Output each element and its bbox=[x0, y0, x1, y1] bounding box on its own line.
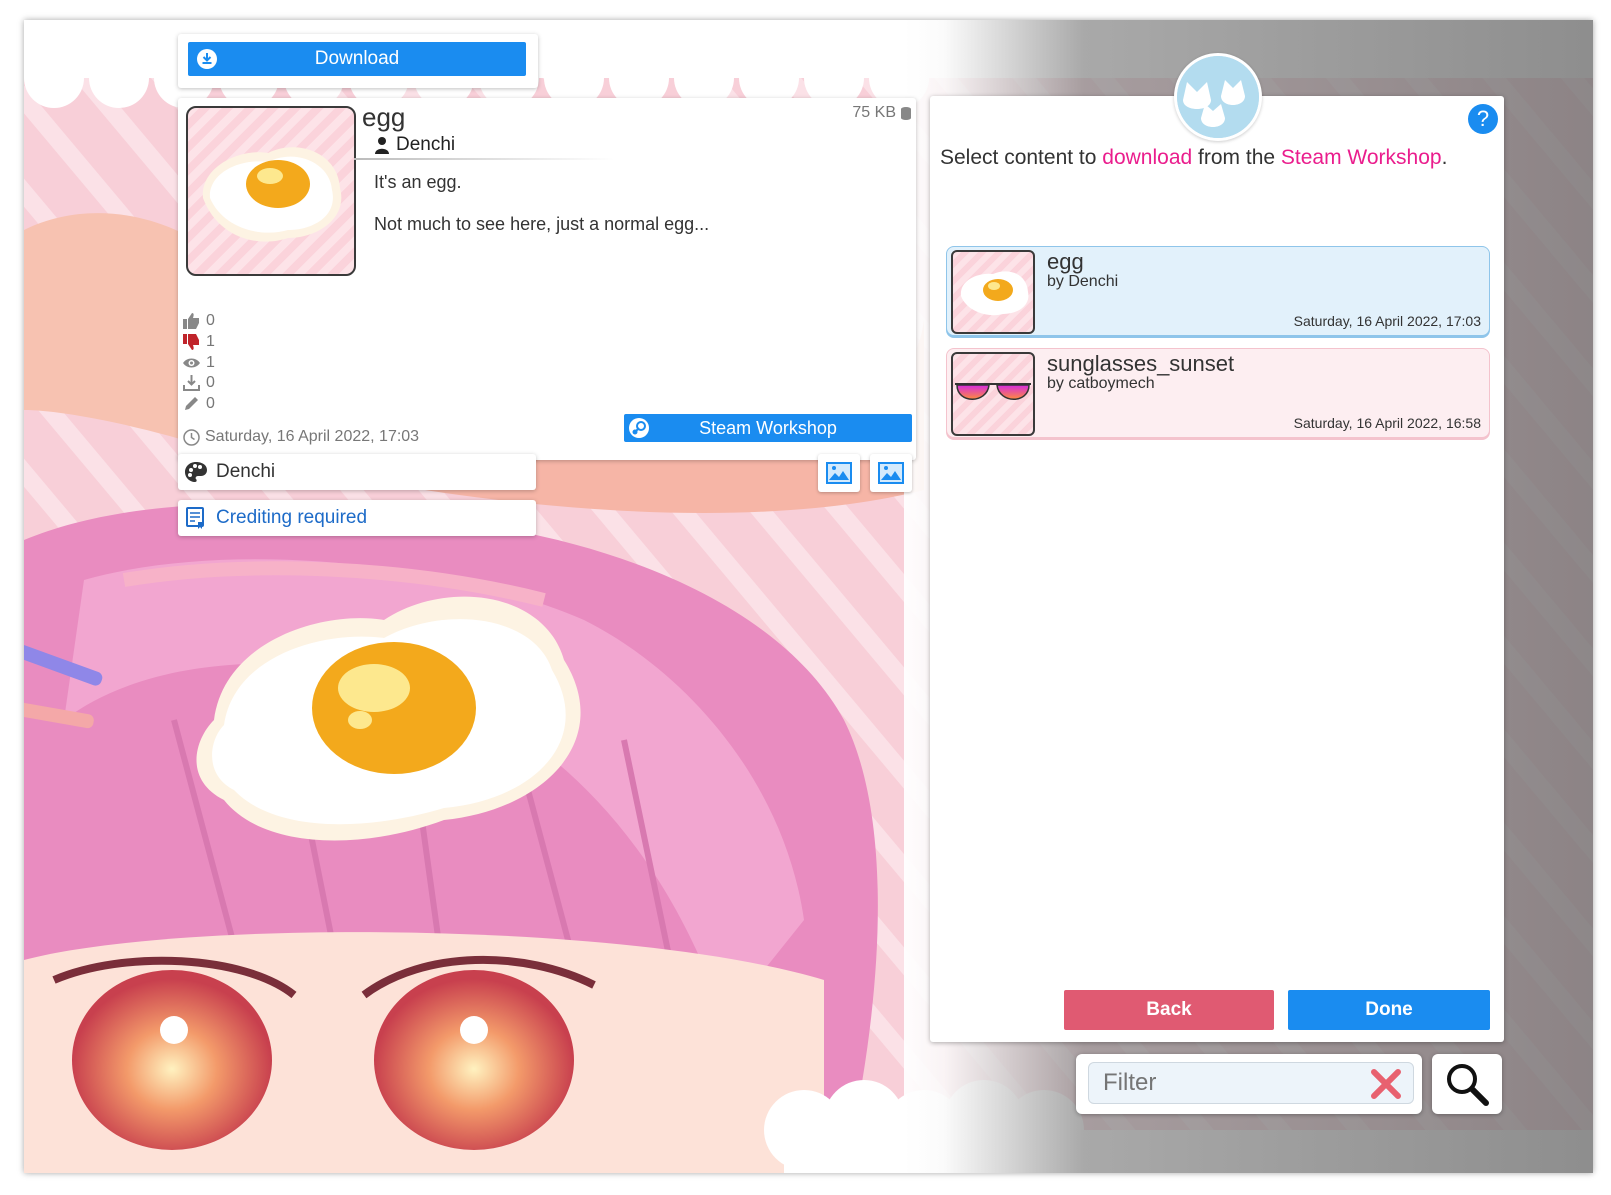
edits-count: 0 bbox=[206, 395, 215, 412]
item-author-name: Denchi bbox=[396, 134, 456, 155]
creator-row[interactable]: Denchi bbox=[178, 454, 536, 490]
back-button[interactable]: Back bbox=[1064, 990, 1274, 1030]
downloads-count: 0 bbox=[206, 374, 215, 391]
download-label: Download bbox=[314, 48, 400, 69]
list-item[interactable]: egg by Denchi Saturday, 16 April 2022, 1… bbox=[946, 246, 1490, 336]
item-title: egg bbox=[362, 102, 406, 132]
search-icon bbox=[1447, 1064, 1489, 1106]
certificate-icon bbox=[186, 507, 204, 529]
sunglasses-image bbox=[955, 383, 1031, 400]
list-item-name: egg bbox=[1047, 249, 1084, 274]
description-line: Not much to see here, just a normal egg.… bbox=[374, 214, 710, 234]
panel-prompt: Select content to download from the Stea… bbox=[940, 146, 1447, 170]
item-thumbnail bbox=[186, 106, 356, 276]
steam-workshop-button[interactable]: Steam Workshop bbox=[624, 414, 912, 442]
picture-icon bbox=[878, 462, 904, 484]
clock-icon bbox=[183, 428, 200, 446]
item-date-text: Saturday, 16 April 2022, 17:03 bbox=[205, 428, 420, 445]
downloads-stat: 0 bbox=[183, 374, 215, 392]
image-button[interactable] bbox=[818, 454, 860, 492]
help-icon[interactable]: ? bbox=[1468, 104, 1498, 134]
views-count: 1 bbox=[206, 354, 215, 371]
user-icon bbox=[375, 137, 389, 154]
item-detail-card: egg Denchi 75 KB It's an egg. Not much t… bbox=[178, 98, 916, 460]
list-item-date: Saturday, 16 April 2022, 17:03 bbox=[1293, 313, 1481, 329]
list-item-thumbnail bbox=[951, 352, 1035, 436]
dislikes-count: 1 bbox=[206, 333, 215, 350]
likes-stat: 0 bbox=[183, 312, 215, 330]
palette-icon bbox=[185, 462, 207, 482]
list-item-author: by Denchi bbox=[1047, 273, 1119, 290]
filter-input[interactable] bbox=[1088, 1062, 1414, 1104]
list-item[interactable]: sunglasses_sunset by catboymech Saturday… bbox=[946, 348, 1490, 438]
item-size-value: 75 KB bbox=[852, 104, 896, 121]
download-button[interactable]: Download bbox=[188, 42, 526, 76]
filter-container bbox=[1076, 1054, 1422, 1114]
done-button[interactable]: Done bbox=[1288, 990, 1490, 1030]
download-count-icon bbox=[183, 375, 200, 391]
list-item-name: sunglasses_sunset bbox=[1047, 351, 1235, 376]
download-container: Download bbox=[178, 34, 538, 88]
egg-image bbox=[960, 271, 1029, 316]
prompt-text: from the bbox=[1192, 146, 1281, 169]
edits-stat: 0 bbox=[183, 395, 215, 413]
picture-icon bbox=[826, 462, 852, 484]
dislikes-stat: 1 bbox=[183, 333, 215, 351]
steam-icon bbox=[629, 418, 649, 438]
creator-name: Denchi bbox=[216, 461, 276, 482]
license-label: Crediting required bbox=[216, 507, 368, 528]
prompt-download-highlight: download bbox=[1102, 146, 1193, 169]
cats-icon bbox=[1177, 56, 1259, 138]
pencil-icon bbox=[185, 397, 198, 410]
prompt-steam-highlight: Steam Workshop bbox=[1280, 146, 1442, 169]
download-icon bbox=[197, 49, 217, 69]
thumbs-up-icon bbox=[183, 313, 199, 329]
item-date: Saturday, 16 April 2022, 17:03 bbox=[183, 428, 419, 446]
prompt-text: Select content to bbox=[940, 146, 1103, 169]
license-row[interactable]: Crediting required bbox=[178, 500, 536, 536]
views-stat: 1 bbox=[183, 354, 215, 372]
likes-count: 0 bbox=[206, 312, 215, 329]
app-window: Download egg Denchi 75 KB It's an egg. N… bbox=[24, 20, 1593, 1173]
title-divider bbox=[354, 158, 614, 160]
thumbs-down-icon bbox=[183, 334, 199, 350]
item-size: 75 KB bbox=[852, 104, 912, 122]
item-author: Denchi bbox=[374, 134, 455, 156]
list-item-author: by catboymech bbox=[1047, 375, 1155, 392]
storage-icon bbox=[901, 107, 911, 120]
steam-workshop-label: Steam Workshop bbox=[699, 417, 837, 438]
workshop-panel: ? Select content to download from the St… bbox=[930, 96, 1504, 1042]
prompt-text: . bbox=[1441, 146, 1448, 169]
eye-icon bbox=[183, 358, 200, 368]
avatar bbox=[1174, 53, 1262, 141]
list-item-thumbnail bbox=[951, 250, 1035, 334]
egg-image bbox=[202, 147, 342, 242]
image-button[interactable] bbox=[870, 454, 912, 492]
description-line: It's an egg. bbox=[374, 172, 462, 192]
search-button[interactable] bbox=[1432, 1054, 1502, 1114]
clear-filter-icon[interactable] bbox=[1368, 1066, 1404, 1102]
list-item-date: Saturday, 16 April 2022, 16:58 bbox=[1293, 415, 1481, 431]
